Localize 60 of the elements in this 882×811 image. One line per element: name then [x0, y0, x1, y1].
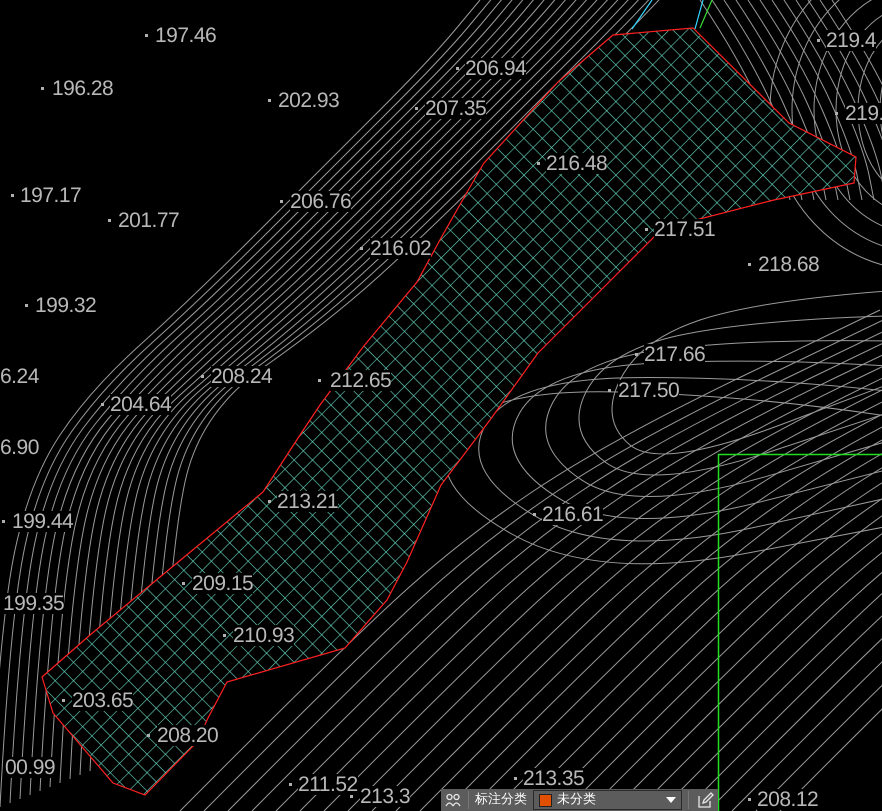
point-marker [350, 795, 353, 798]
elevation-label: 217.66 [644, 344, 706, 365]
point-marker [748, 798, 751, 801]
point-marker [289, 783, 292, 786]
point-marker [748, 263, 751, 266]
point-marker [456, 67, 459, 70]
point-marker [182, 582, 185, 585]
point-marker [25, 304, 28, 307]
elevation-label: 199.35 [3, 593, 64, 614]
dropdown-value: 未分类 [556, 791, 597, 810]
elevation-label: 217.51 [654, 219, 716, 240]
point-marker [415, 107, 418, 110]
elevation-label: 206.94 [465, 58, 526, 79]
point-marker [280, 200, 283, 203]
point-marker [360, 247, 363, 250]
point-marker [817, 39, 820, 42]
elevation-label: 209.15 [192, 573, 254, 594]
point-marker [645, 228, 648, 231]
point-marker [201, 375, 204, 378]
elevation-label: 204.64 [110, 394, 172, 415]
elevation-label: 212.65 [330, 370, 392, 391]
elevation-label: 208.12 [757, 789, 818, 810]
category-dropdown[interactable]: 未分类 [532, 790, 682, 810]
elevation-label: 210.93 [233, 625, 294, 646]
point-marker [635, 353, 638, 356]
point-marker [533, 513, 536, 516]
elevation-label: 219.4 [826, 30, 876, 51]
elevation-label: 208.20 [157, 725, 218, 746]
elevation-label: 206.76 [290, 191, 352, 212]
point-marker [2, 520, 5, 523]
elevation-label: 213.3 [360, 786, 410, 807]
point-marker [608, 389, 611, 392]
point-marker [514, 777, 517, 780]
elevation-label: 203.65 [72, 690, 134, 711]
point-marker [62, 699, 65, 702]
elevation-label: 216.02 [370, 238, 432, 259]
point-marker [147, 734, 150, 737]
point-marker [11, 194, 14, 197]
elevation-label: 211.52 [298, 774, 358, 795]
point-marker [318, 379, 321, 382]
elevation-label: 207.35 [425, 98, 486, 119]
point-marker [145, 34, 148, 37]
elevation-label: 213.21 [277, 491, 338, 512]
elevation-label: 208.24 [211, 366, 272, 387]
point-marker [108, 219, 111, 222]
elevation-label: 00.99 [5, 757, 56, 778]
point-marker [537, 162, 540, 165]
point-marker [835, 112, 838, 115]
point-marker [268, 500, 271, 503]
elevation-label: 216.61 [542, 504, 604, 525]
elevation-label: 216.48 [546, 153, 608, 174]
point-marker [223, 634, 226, 637]
elevation-label: 199.44 [12, 511, 74, 532]
category-label: 标注分类 [474, 791, 527, 810]
point-marker [101, 403, 104, 406]
elevation-label: 213.35 [523, 768, 584, 789]
point-marker [41, 87, 44, 90]
point-marker [268, 99, 271, 102]
elevation-label: 219. [845, 103, 882, 124]
people-icon[interactable] [444, 791, 462, 809]
